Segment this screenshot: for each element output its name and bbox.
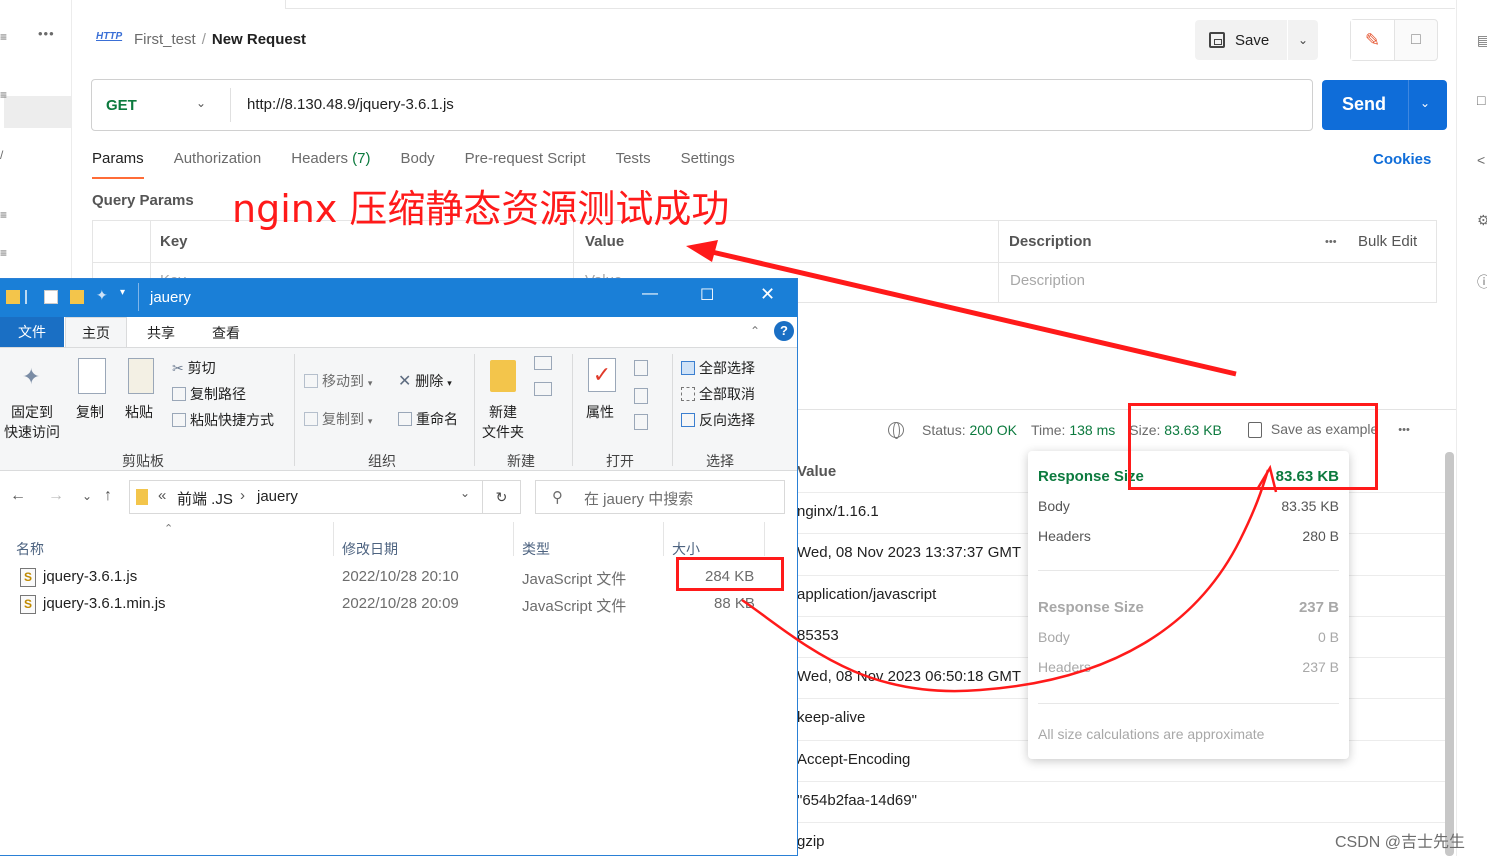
annotation-arrows [686, 240, 1278, 693]
arrowhead-icon [686, 240, 718, 262]
arrow-line [711, 249, 1237, 377]
watermark: CSDN @吉士先生 [1335, 834, 1466, 851]
curve-line [741, 469, 1270, 693]
